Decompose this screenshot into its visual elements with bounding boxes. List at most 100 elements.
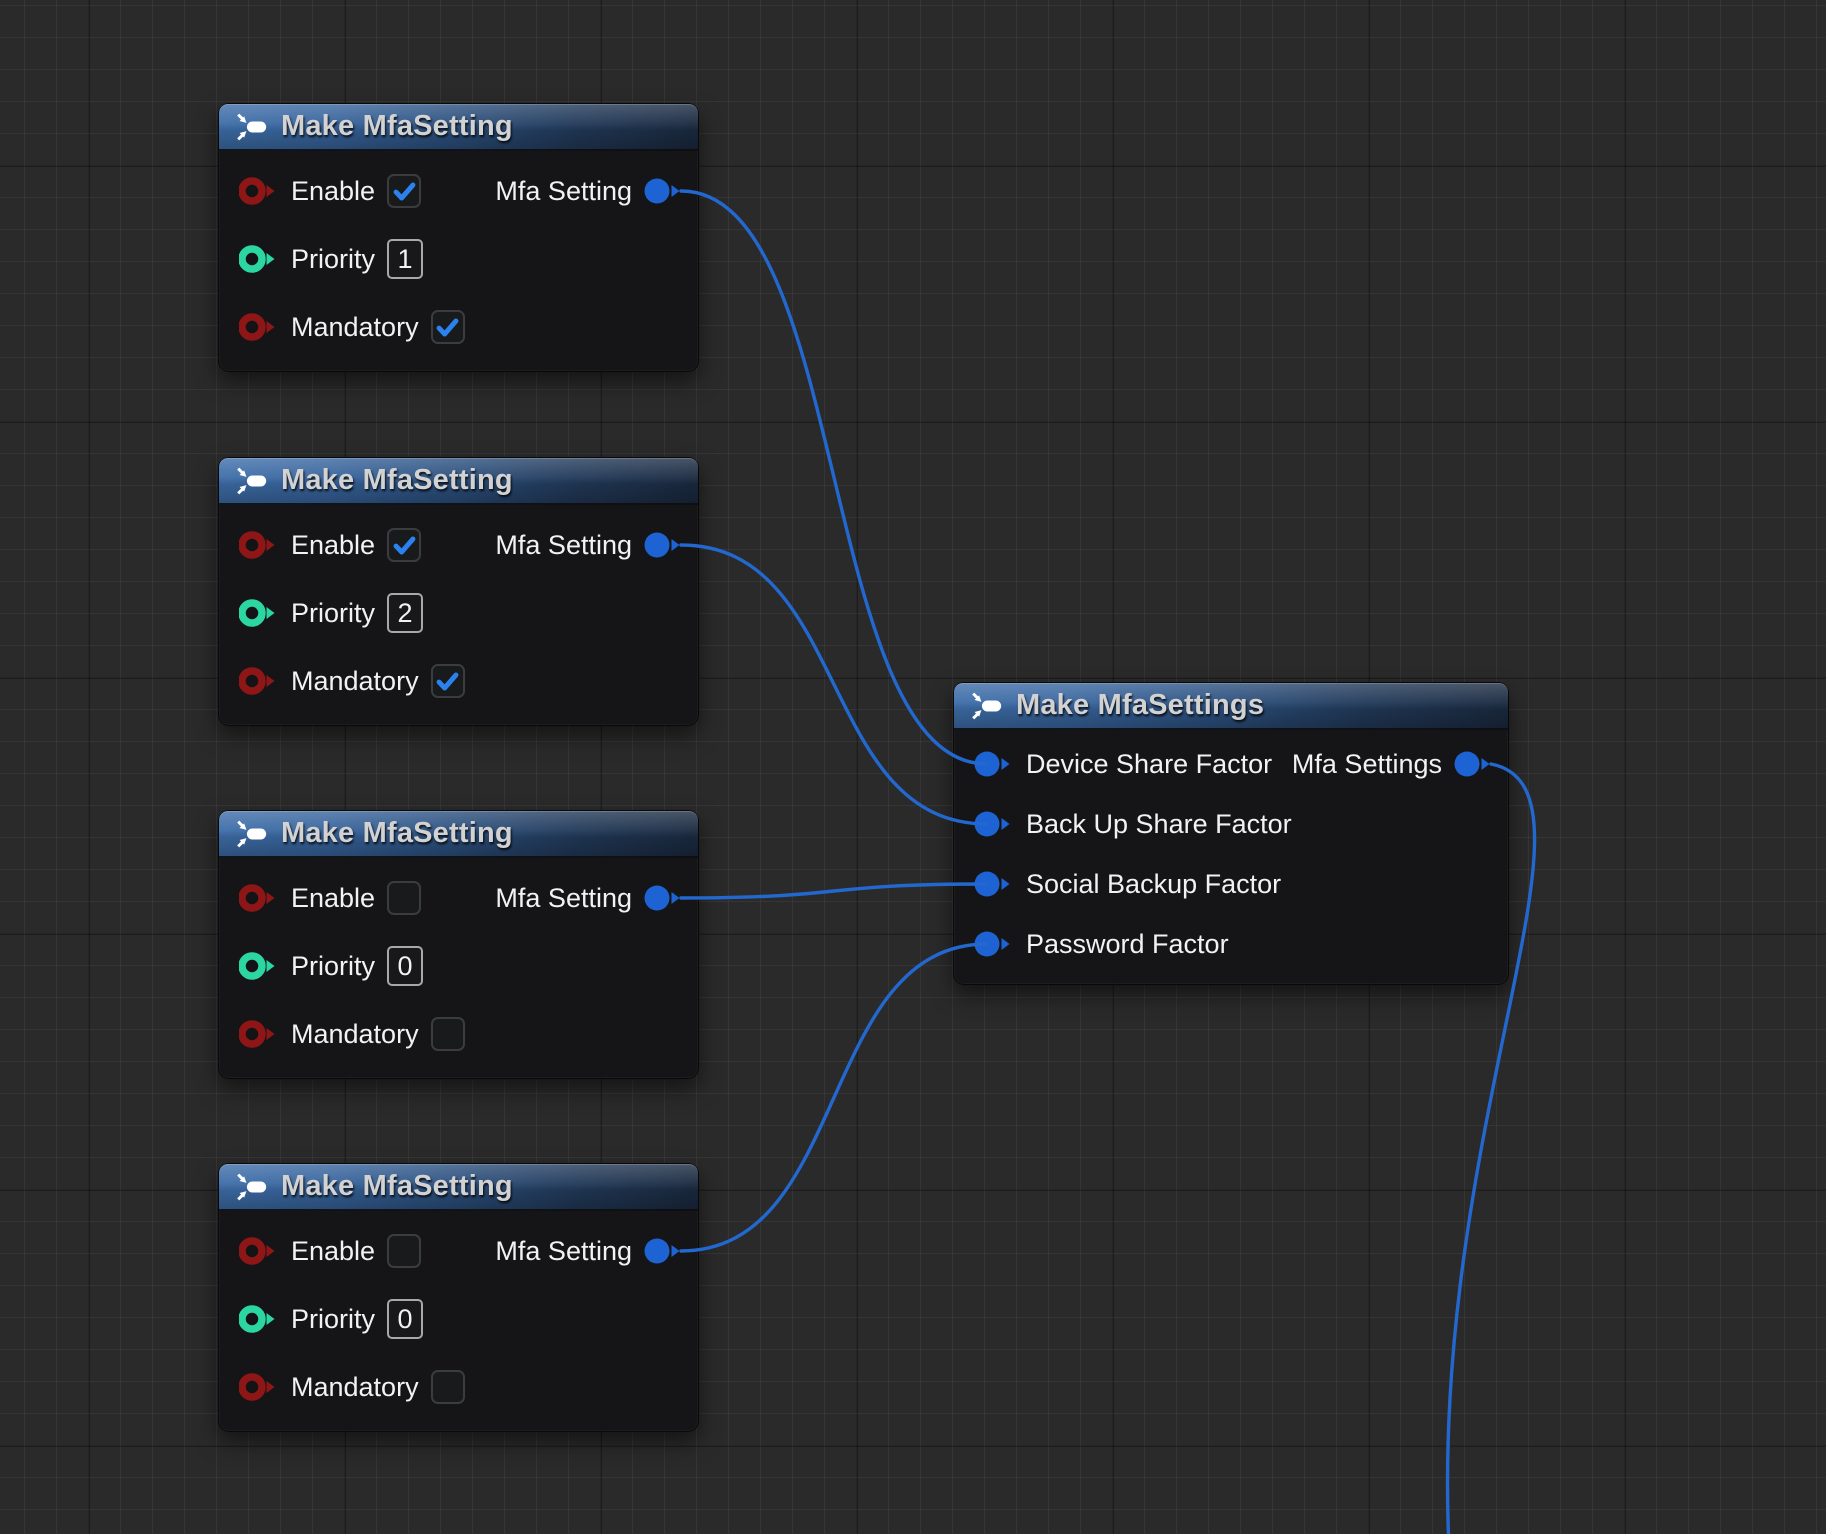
bool-input-pin[interactable]: [239, 313, 279, 341]
priority-value-input[interactable]: 0: [387, 1299, 423, 1339]
bool-input-pin[interactable]: [239, 884, 279, 912]
mandatory-checkbox[interactable]: [431, 310, 465, 344]
blueprint-node-n3[interactable]: Make MfaSetting Enable Priority 0 Mandat…: [218, 810, 699, 1079]
pin-label: Mfa Settings: [1292, 749, 1442, 780]
input-pin-row: Priority 0: [219, 932, 698, 1000]
input-pin-row: Priority 2: [219, 579, 698, 647]
node-title: Make MfaSetting: [281, 1170, 513, 1203]
mandatory-checkbox[interactable]: [431, 1017, 465, 1051]
check-icon: [391, 178, 418, 205]
node-title: Make MfaSetting: [281, 110, 513, 143]
pin-label: Mandatory: [291, 666, 419, 697]
node-body: Enable Priority 0 Mandatory Mfa Setting: [219, 1211, 698, 1431]
node-title: Make MfaSetting: [281, 817, 513, 850]
blueprint-node-settings[interactable]: Make MfaSettings Device Share Factor Bac…: [953, 682, 1509, 985]
pin-label: Mfa Setting: [495, 176, 632, 207]
input-pin-row: Back Up Share Factor: [954, 794, 1508, 854]
output-pin-row: Mfa Setting: [495, 1217, 684, 1285]
input-pin-row: Priority 1: [219, 225, 698, 293]
node-body: Enable Priority 2 Mandatory Mfa Setting: [219, 505, 698, 725]
node-header[interactable]: Make MfaSetting: [219, 458, 698, 505]
input-pin-row: Password Factor: [954, 914, 1508, 974]
int-input-pin[interactable]: [239, 1305, 279, 1333]
input-pin-row: Social Backup Factor: [954, 854, 1508, 914]
output-pin-row: Mfa Setting: [495, 157, 684, 225]
pin-label: Mfa Setting: [495, 530, 632, 561]
input-pin-row: Priority 0: [219, 1285, 698, 1353]
pin-label: Mandatory: [291, 1372, 419, 1403]
pin-label: Enable: [291, 883, 375, 914]
int-input-pin[interactable]: [239, 952, 279, 980]
enable-checkbox[interactable]: [387, 881, 421, 915]
bool-input-pin[interactable]: [239, 1020, 279, 1048]
pin-label: Social Backup Factor: [1026, 869, 1281, 900]
input-pin-row: Mandatory: [219, 293, 698, 361]
pin-label: Password Factor: [1026, 929, 1229, 960]
bool-input-pin[interactable]: [239, 177, 279, 205]
pin-label: Enable: [291, 176, 375, 207]
node-header[interactable]: Make MfaSetting: [219, 811, 698, 858]
blueprint-node-n2[interactable]: Make MfaSetting Enable Priority 2 Mandat…: [218, 457, 699, 726]
make-struct-icon: [235, 112, 268, 142]
struct-output-pin[interactable]: [644, 884, 684, 912]
input-pin-row: Mandatory: [219, 1353, 698, 1421]
bool-input-pin[interactable]: [239, 1237, 279, 1265]
bool-input-pin[interactable]: [239, 1373, 279, 1401]
struct-output-pin[interactable]: [1454, 750, 1494, 778]
connection-wire[interactable]: [681, 191, 987, 764]
node-header[interactable]: Make MfaSettings: [954, 683, 1508, 730]
make-struct-icon: [235, 819, 268, 849]
make-struct-icon: [970, 691, 1003, 721]
connection-wire[interactable]: [681, 944, 987, 1251]
priority-value-input[interactable]: 0: [387, 946, 423, 986]
struct-output-pin[interactable]: [644, 177, 684, 205]
enable-checkbox[interactable]: [387, 174, 421, 208]
input-pin-row: Mandatory: [219, 647, 698, 715]
output-pin-row: Mfa Settings: [1292, 734, 1494, 794]
input-pin-row: Mandatory: [219, 1000, 698, 1068]
int-input-pin[interactable]: [239, 599, 279, 627]
bool-input-pin[interactable]: [239, 667, 279, 695]
bool-input-pin[interactable]: [239, 531, 279, 559]
check-icon: [391, 532, 418, 559]
make-struct-icon: [235, 1172, 268, 1202]
enable-checkbox[interactable]: [387, 528, 421, 562]
node-body: Enable Priority 0 Mandatory Mfa Setting: [219, 858, 698, 1078]
pin-label: Mandatory: [291, 312, 419, 343]
mandatory-checkbox[interactable]: [431, 664, 465, 698]
pin-label: Enable: [291, 1236, 375, 1267]
blueprint-node-n1[interactable]: Make MfaSetting Enable Priority 1 Mandat…: [218, 103, 699, 372]
int-input-pin[interactable]: [239, 245, 279, 273]
node-header[interactable]: Make MfaSetting: [219, 104, 698, 151]
connection-wire[interactable]: [681, 884, 987, 898]
node-body: Device Share Factor Back Up Share Factor…: [954, 730, 1508, 984]
graph-canvas[interactable]: Make MfaSetting Enable Priority 1 Mandat…: [0, 0, 1826, 1534]
blueprint-node-n4[interactable]: Make MfaSetting Enable Priority 0 Mandat…: [218, 1163, 699, 1432]
priority-value-input[interactable]: 2: [387, 593, 423, 633]
pin-label: Priority: [291, 951, 375, 982]
pin-label: Mandatory: [291, 1019, 419, 1050]
make-struct-icon: [235, 466, 268, 496]
node-title: Make MfaSettings: [1016, 689, 1264, 722]
pin-label: Mfa Setting: [495, 1236, 632, 1267]
pin-label: Mfa Setting: [495, 883, 632, 914]
struct-output-pin[interactable]: [644, 1237, 684, 1265]
check-icon: [434, 314, 461, 341]
struct-output-pin[interactable]: [644, 531, 684, 559]
node-header[interactable]: Make MfaSetting: [219, 1164, 698, 1211]
pin-label: Enable: [291, 530, 375, 561]
check-icon: [434, 668, 461, 695]
pin-label: Device Share Factor: [1026, 749, 1272, 780]
pin-label: Priority: [291, 1304, 375, 1335]
enable-checkbox[interactable]: [387, 1234, 421, 1268]
pin-label: Priority: [291, 244, 375, 275]
connection-wire[interactable]: [681, 545, 987, 824]
pin-label: Back Up Share Factor: [1026, 809, 1292, 840]
priority-value-input[interactable]: 1: [387, 239, 423, 279]
node-title: Make MfaSetting: [281, 464, 513, 497]
output-pin-row: Mfa Setting: [495, 511, 684, 579]
node-body: Enable Priority 1 Mandatory Mfa Setting: [219, 151, 698, 371]
mandatory-checkbox[interactable]: [431, 1370, 465, 1404]
pin-label: Priority: [291, 598, 375, 629]
output-pin-row: Mfa Setting: [495, 864, 684, 932]
